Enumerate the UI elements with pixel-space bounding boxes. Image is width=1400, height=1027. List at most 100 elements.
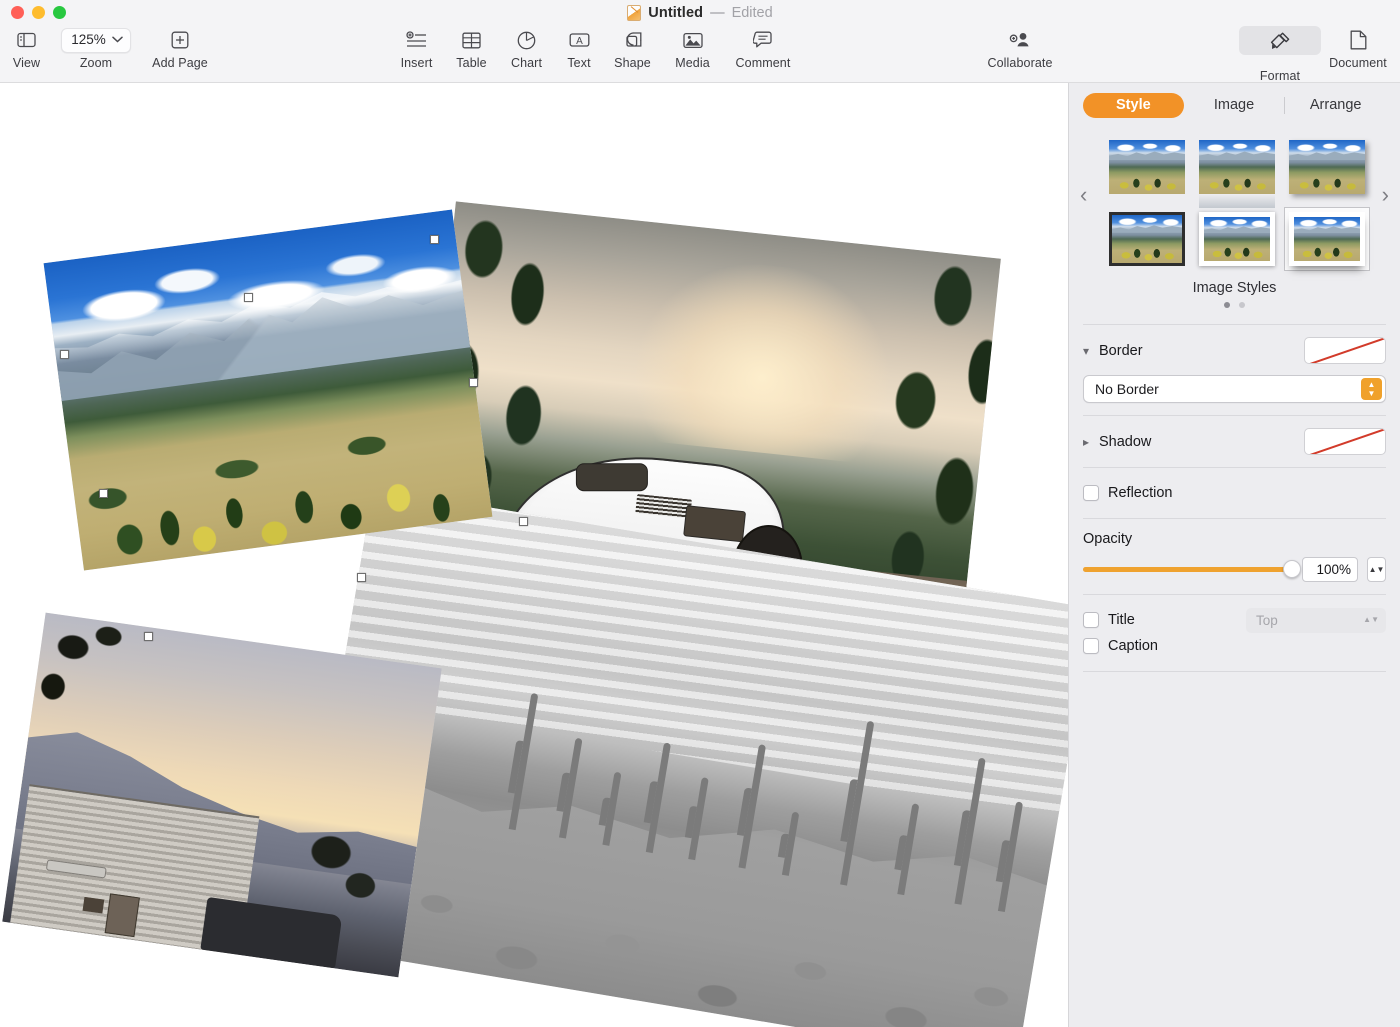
image-style-thumbnail	[1199, 140, 1275, 194]
image-style-option-4[interactable]	[1105, 208, 1189, 270]
tab-style[interactable]: Style	[1083, 93, 1184, 118]
toolbar-collaborate-label: Collaborate	[970, 56, 1070, 70]
shadow-color-swatch[interactable]	[1304, 428, 1386, 455]
caption-label: Caption	[1108, 638, 1158, 654]
toolbar-chart-button[interactable]: Chart	[499, 27, 554, 70]
shadow-disclosure-triangle[interactable]: ▸	[1083, 436, 1099, 448]
image-style-option-2[interactable]	[1195, 136, 1279, 198]
close-button[interactable]	[11, 6, 24, 19]
zoom-popup-button[interactable]: 125%	[61, 28, 131, 53]
paintbrush-icon	[1239, 26, 1321, 55]
image-styles-section: ‹ ›	[1069, 126, 1400, 312]
divider-above-border	[1083, 324, 1386, 325]
opacity-slider[interactable]	[1083, 567, 1293, 572]
opacity-controls: 100% ▲▼	[1069, 557, 1400, 582]
title-position-chevrons-icon: ▲▼	[1363, 616, 1379, 624]
photo-grand-teton-image	[44, 209, 493, 570]
image-style-option-1[interactable]	[1105, 136, 1189, 198]
border-disclosure-triangle[interactable]: ▾	[1083, 345, 1099, 357]
title-row[interactable]: Title Top ▲▼	[1069, 607, 1400, 633]
caption-checkbox[interactable]	[1083, 638, 1099, 654]
toolbar-media-label: Media	[664, 56, 721, 70]
border-color-swatch[interactable]	[1304, 337, 1386, 364]
reflection-row[interactable]: Reflection	[1069, 480, 1400, 506]
toolbar-text-button[interactable]: A Text	[554, 27, 604, 70]
image-styles-grid	[1105, 136, 1364, 270]
selection-handle-top-right[interactable]	[430, 235, 439, 244]
toolbar-format-button[interactable]	[1239, 26, 1321, 55]
toolbar-table-button[interactable]: Table	[444, 27, 499, 70]
collaborate-icon	[970, 27, 1070, 53]
toolbar-comment-button[interactable]: Comment	[724, 27, 802, 70]
border-style-value: No Border	[1095, 381, 1159, 397]
title-position-value: Top	[1256, 613, 1278, 628]
toolbar-document-button[interactable]: Document	[1320, 27, 1396, 70]
image-style-option-3[interactable]	[1285, 136, 1369, 198]
divider-above-opacity	[1083, 518, 1386, 519]
border-section-header[interactable]: ▾ Border	[1069, 337, 1400, 364]
tab-image[interactable]: Image	[1184, 93, 1285, 118]
zoom-button[interactable]	[53, 6, 66, 19]
toolbar-collaborate-button[interactable]: Collaborate	[970, 27, 1070, 70]
toolbar-items: View 125% Zoom Add Page	[0, 27, 1400, 79]
opacity-slider-knob[interactable]	[1283, 560, 1301, 578]
border-style-select[interactable]: No Border ▲▼	[1083, 375, 1386, 403]
toolbar-view-button[interactable]: View	[4, 27, 49, 70]
selection-handle-bottom-mid[interactable]	[357, 573, 366, 582]
window-title-bar: Untitled — Edited	[0, 2, 1400, 24]
divider-above-title	[1083, 594, 1386, 595]
chevron-left-icon[interactable]: ‹	[1080, 184, 1087, 206]
tab-arrange[interactable]: Arrange	[1285, 93, 1386, 118]
toolbar-chart-label: Chart	[499, 56, 554, 70]
selection-handle-bottom-left[interactable]	[144, 632, 153, 641]
toolbar-view-label: View	[4, 56, 49, 70]
toolbar-insert-button[interactable]: Insert	[389, 27, 444, 70]
selection-handle-top-mid[interactable]	[244, 293, 253, 302]
image-styles-pagination	[1069, 302, 1400, 308]
minimize-button[interactable]	[32, 6, 45, 19]
insert-icon	[389, 27, 444, 53]
table-icon	[444, 27, 499, 53]
document-canvas[interactable]	[0, 83, 1068, 1027]
toolbar-add-page-button[interactable]: Add Page	[145, 27, 215, 70]
pagination-dot-1[interactable]	[1224, 302, 1230, 308]
sidebar-icon	[4, 27, 49, 53]
title-checkbox[interactable]	[1083, 612, 1099, 628]
image-style-thumbnail	[1109, 212, 1185, 266]
format-inspector-panel: Style Image Arrange ‹ ›	[1068, 83, 1400, 1027]
selection-handle-bottom-right[interactable]	[519, 517, 528, 526]
toolbar-shape-button[interactable]: Shape	[604, 27, 661, 70]
selection-handle-bottom-left-mid[interactable]	[99, 489, 108, 498]
divider-below-caption	[1083, 671, 1386, 672]
title-label: Title	[1108, 612, 1135, 628]
shadow-section-header[interactable]: ▸ Shadow	[1069, 428, 1400, 455]
pagination-dot-2[interactable]	[1239, 302, 1245, 308]
image-style-thumbnail	[1289, 140, 1365, 194]
opacity-value-field[interactable]: 100%	[1302, 557, 1358, 582]
shapes-icon	[604, 27, 661, 53]
photo-icon	[664, 27, 721, 53]
toolbar-insert-label: Insert	[389, 56, 444, 70]
toolbar-comment-label: Comment	[724, 56, 802, 70]
opacity-stepper[interactable]: ▲▼	[1367, 557, 1386, 582]
toolbar-zoom-control[interactable]: 125% Zoom	[56, 27, 136, 70]
toolbar: Untitled — Edited View 125% Zoom	[0, 0, 1400, 83]
border-label: Border	[1099, 343, 1143, 359]
photo-rv-dusk[interactable]	[2, 613, 442, 978]
photo-grand-teton[interactable]	[44, 209, 493, 570]
shadow-label: Shadow	[1099, 434, 1151, 450]
opacity-label: Opacity	[1069, 531, 1400, 547]
image-style-option-6-selected[interactable]	[1285, 208, 1369, 270]
image-style-thumbnail	[1109, 140, 1185, 194]
selection-handle-left[interactable]	[60, 350, 69, 359]
text-box-icon: A	[554, 27, 604, 53]
selection-handle-right[interactable]	[469, 378, 478, 387]
toolbar-text-label: Text	[554, 56, 604, 70]
chevron-right-icon[interactable]: ›	[1382, 184, 1389, 206]
border-style-stepper-icon[interactable]: ▲▼	[1361, 378, 1382, 400]
reflection-checkbox[interactable]	[1083, 485, 1099, 501]
caption-row[interactable]: Caption	[1069, 633, 1400, 659]
image-style-option-5[interactable]	[1195, 208, 1279, 270]
chevron-down-icon	[112, 36, 123, 43]
toolbar-media-button[interactable]: Media	[664, 27, 721, 70]
